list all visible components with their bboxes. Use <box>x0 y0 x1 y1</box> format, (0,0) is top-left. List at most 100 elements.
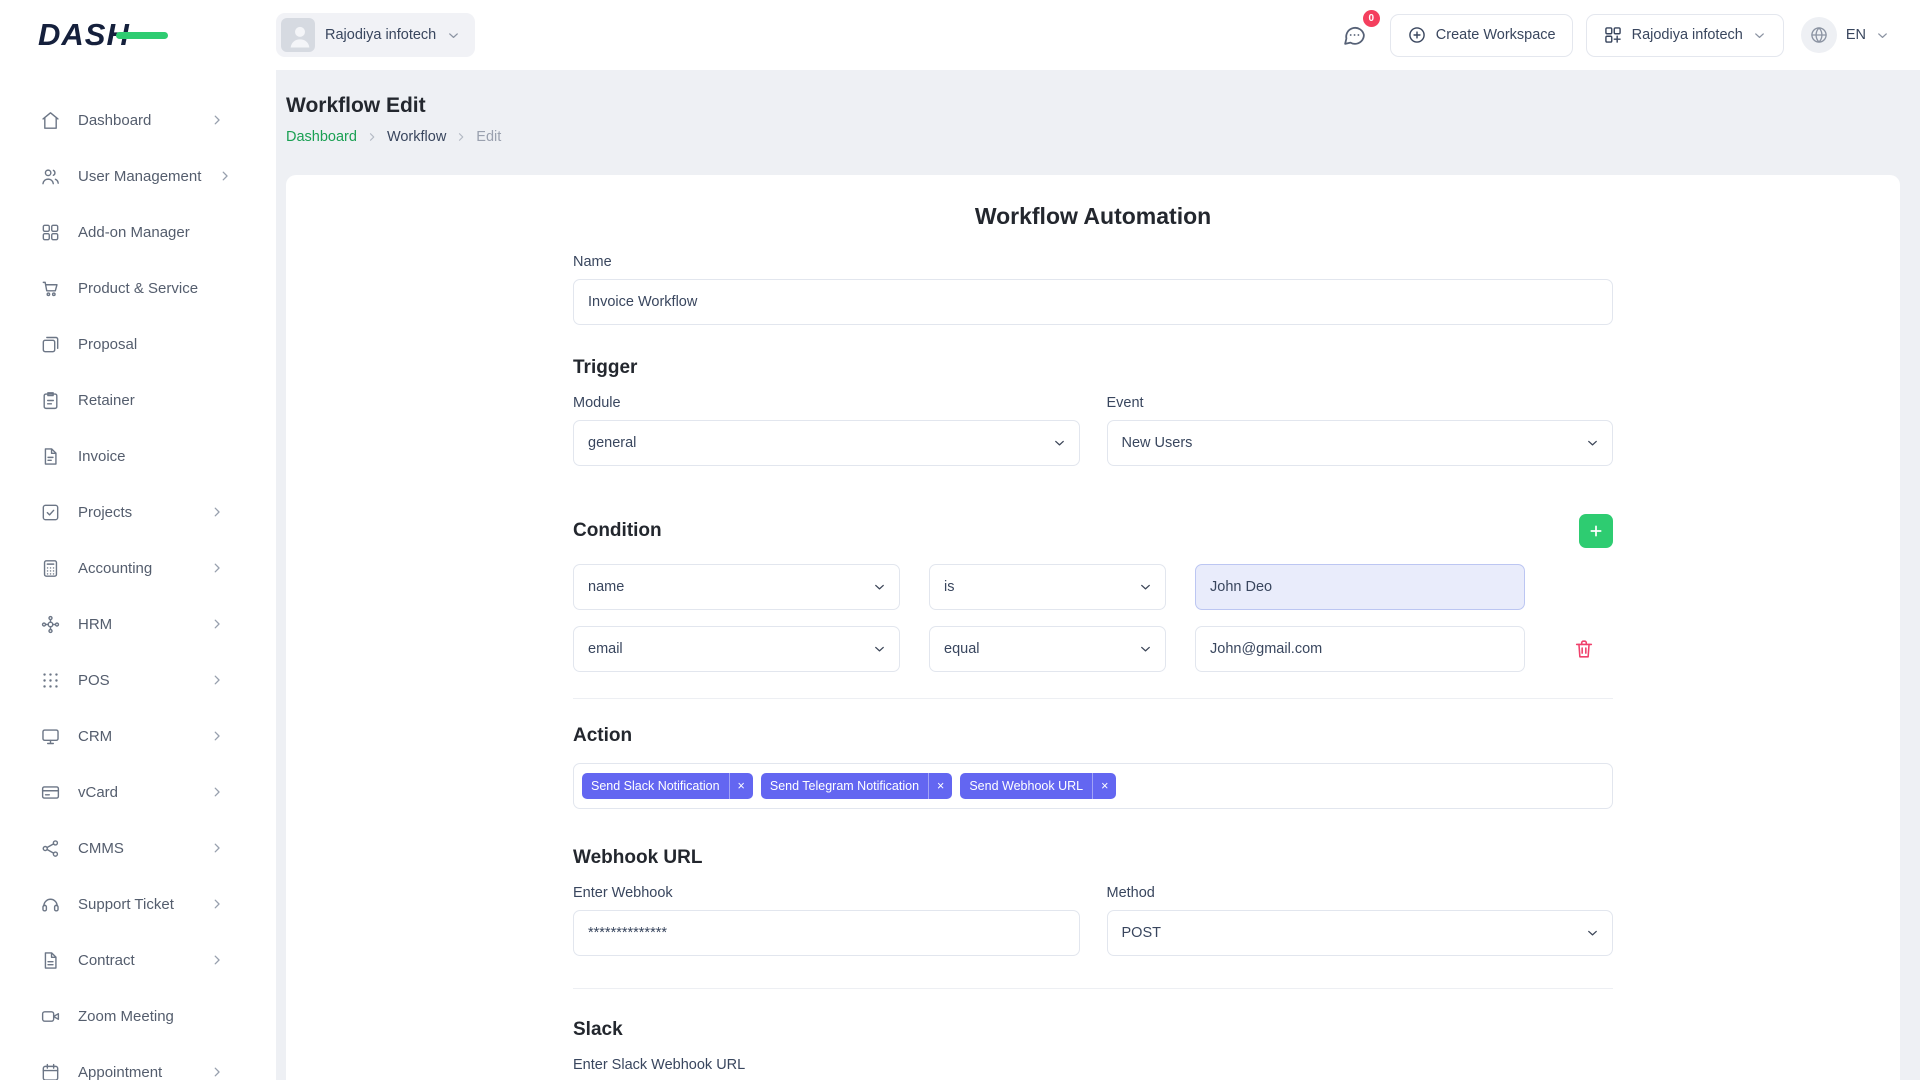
add-condition-button[interactable] <box>1579 514 1613 548</box>
sidebar-item-label: Accounting <box>78 560 193 577</box>
condition-operator-select[interactable]: is <box>929 564 1166 610</box>
sidebar-item-dashboard[interactable]: Dashboard <box>0 92 276 148</box>
condition-heading: Condition <box>573 520 662 542</box>
app-logo[interactable]: DASH <box>38 17 276 53</box>
sidebar-item-pos[interactable]: POS <box>0 652 276 708</box>
chevron-right-icon <box>210 1065 224 1079</box>
sidebar-item-appointment[interactable]: Appointment <box>0 1044 276 1080</box>
chevron-down-icon <box>446 28 461 43</box>
sidebar-item-cmms[interactable]: CMMS <box>0 820 276 876</box>
zoom-icon <box>40 1006 61 1027</box>
chevron-right-icon <box>210 897 224 911</box>
vcard-icon <box>40 782 61 803</box>
module-select[interactable]: general <box>573 420 1080 466</box>
breadcrumb-dashboard-link[interactable]: Dashboard <box>286 129 357 145</box>
tag-remove-icon[interactable]: × <box>729 773 753 799</box>
webhook-heading: Webhook URL <box>573 847 1613 869</box>
sidebar-item-zoom-meeting[interactable]: Zoom Meeting <box>0 988 276 1044</box>
sidebar-item-add-on-manager[interactable]: Add-on Manager <box>0 204 276 260</box>
chevron-right-icon <box>210 617 224 631</box>
sidebar-item-label: Proposal <box>78 336 193 353</box>
slack-webhook-label: Enter Slack Webhook URL <box>573 1057 1613 1073</box>
account-workspace-button[interactable]: Rajodiya infotech <box>1586 14 1784 57</box>
chevron-right-icon <box>210 953 224 967</box>
messages-count-badge: 0 <box>1363 10 1380 27</box>
section-divider <box>573 988 1613 989</box>
sidebar-item-label: Invoice <box>78 448 193 465</box>
sidebar-item-retainer[interactable]: Retainer <box>0 372 276 428</box>
sidebar-nav: Dashboard User Management Add-on Manager… <box>0 70 276 1080</box>
chevron-right-icon <box>210 729 224 743</box>
contract-icon <box>40 950 61 971</box>
globe-icon <box>1801 17 1837 53</box>
sidebar-item-hrm[interactable]: HRM <box>0 596 276 652</box>
chevron-down-icon <box>1752 28 1767 43</box>
proposal-icon <box>40 334 61 355</box>
sidebar-item-crm[interactable]: CRM <box>0 708 276 764</box>
sidebar-item-support-ticket[interactable]: Support Ticket <box>0 876 276 932</box>
account-workspace-label: Rajodiya infotech <box>1632 27 1743 43</box>
language-code: EN <box>1846 27 1866 43</box>
chevron-right-icon <box>210 113 224 127</box>
action-tag: Send Telegram Notification × <box>761 773 952 799</box>
condition-operator-select[interactable]: equal <box>929 626 1166 672</box>
trash-icon <box>1573 638 1595 660</box>
chevron-right-icon <box>210 505 224 519</box>
sidebar-item-label: Appointment <box>78 1064 193 1080</box>
sidebar-item-product-service[interactable]: Product & Service <box>0 260 276 316</box>
breadcrumb: Dashboard Workflow Edit <box>286 129 1900 145</box>
chevron-right-icon <box>210 841 224 855</box>
section-divider <box>573 698 1613 699</box>
sidebar-item-proposal[interactable]: Proposal <box>0 316 276 372</box>
crm-icon <box>40 726 61 747</box>
event-select[interactable]: New Users <box>1107 420 1614 466</box>
condition-row: name is <box>573 564 1613 610</box>
action-tag: Send Slack Notification × <box>582 773 753 799</box>
sidebar-item-label: Product & Service <box>78 280 198 297</box>
chat-icon <box>1342 23 1367 48</box>
pos-icon <box>40 670 61 691</box>
method-select[interactable]: POST <box>1107 910 1614 956</box>
chevron-right-icon <box>455 131 467 143</box>
invoice-icon <box>40 446 61 467</box>
support-icon <box>40 894 61 915</box>
language-selector[interactable]: EN <box>1801 17 1890 53</box>
page-title: Workflow Edit <box>286 94 1900 118</box>
name-input[interactable] <box>573 279 1613 325</box>
condition-field-select[interactable]: name <box>573 564 900 610</box>
condition-value-input[interactable] <box>1195 626 1525 672</box>
sidebar-item-accounting[interactable]: Accounting <box>0 540 276 596</box>
chevron-down-icon <box>1875 28 1890 43</box>
enter-webhook-label: Enter Webhook <box>573 885 1080 901</box>
plus-icon <box>1588 523 1604 539</box>
delete-condition-button[interactable] <box>1561 626 1607 672</box>
sidebar-item-label: Dashboard <box>78 112 193 129</box>
event-label: Event <box>1107 395 1614 411</box>
sidebar-item-user-management[interactable]: User Management <box>0 148 276 204</box>
top-header: DASH Rajodiya infotech 0 Create Workspac… <box>0 0 1920 70</box>
home-icon <box>40 110 61 131</box>
action-tags-input[interactable]: Send Slack Notification × Send Telegram … <box>573 763 1613 809</box>
chevron-right-icon <box>218 169 232 183</box>
chevron-right-icon <box>210 785 224 799</box>
tag-remove-icon[interactable]: × <box>1092 773 1116 799</box>
workspace-selector[interactable]: Rajodiya infotech <box>276 13 475 57</box>
create-workspace-button[interactable]: Create Workspace <box>1390 14 1573 57</box>
sidebar-item-invoice[interactable]: Invoice <box>0 428 276 484</box>
action-tag-label: Send Webhook URL <box>960 773 1092 799</box>
sidebar-item-vcard[interactable]: vCard <box>0 764 276 820</box>
webhook-input[interactable] <box>573 910 1080 956</box>
condition-field-select[interactable]: email <box>573 626 900 672</box>
breadcrumb-workflow-link[interactable]: Workflow <box>387 129 446 145</box>
sidebar-item-label: CMMS <box>78 840 193 857</box>
workflow-card: Workflow Automation Name Trigger Module … <box>286 175 1900 1080</box>
tag-remove-icon[interactable]: × <box>928 773 952 799</box>
messages-button[interactable]: 0 <box>1334 14 1376 56</box>
condition-value-input[interactable] <box>1195 564 1525 610</box>
sidebar-item-contract[interactable]: Contract <box>0 932 276 988</box>
sidebar-item-projects[interactable]: Projects <box>0 484 276 540</box>
sidebar-item-label: vCard <box>78 784 193 801</box>
sidebar-item-label: User Management <box>78 168 201 185</box>
workspace-name: Rajodiya infotech <box>325 27 436 43</box>
appointment-icon <box>40 1062 61 1080</box>
